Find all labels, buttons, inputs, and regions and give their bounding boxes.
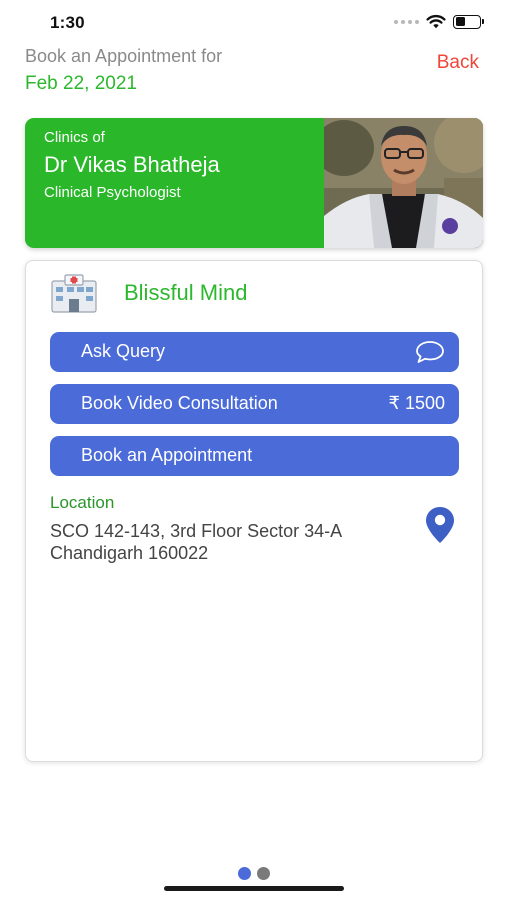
battery-fill [455, 17, 465, 26]
clinic-address: SCO 142-143, 3rd Floor Sector 34-A Chand… [50, 520, 410, 564]
book-appointment-label: Book an Appointment [81, 445, 253, 465]
ask-query-button[interactable]: Ask Query [50, 332, 459, 372]
location-label: Location [50, 493, 115, 512]
header-label: Book an Appointment for [25, 46, 223, 66]
cellular-dots-icon [394, 19, 419, 24]
doctor-photo [324, 118, 483, 248]
ask-query-label: Ask Query [81, 341, 166, 361]
address-line-1: SCO 142-143, 3rd Floor Sector 34-A [50, 521, 343, 541]
video-consultation-label: Book Video Consultation [81, 393, 278, 413]
hospital-icon [51, 274, 97, 313]
map-pin-icon[interactable] [424, 506, 456, 544]
address-line-2: Chandigarh 160022 [50, 543, 209, 563]
doctor-name: Dr Vikas Bhatheja [44, 152, 220, 177]
clinic-name: Blissful Mind [124, 280, 248, 305]
back-button[interactable]: Back [437, 52, 479, 74]
status-time: 1:30 [50, 13, 85, 32]
video-consultation-price: ₹ 1500 [388, 393, 446, 413]
status-bar: 1:30 [0, 0, 507, 46]
page-dot[interactable] [256, 867, 270, 880]
chat-bubble-icon [416, 341, 444, 363]
home-indicator[interactable] [164, 886, 344, 891]
appointment-date: Feb 22, 2021 [25, 73, 137, 94]
status-icons [394, 14, 484, 29]
book-appointment-button[interactable]: Book an Appointment [50, 436, 459, 476]
wifi-icon [426, 14, 446, 29]
clinic-card: Blissful Mind Ask Query Book Video Consu… [25, 260, 483, 762]
page-indicator [0, 867, 507, 880]
clinics-of-label: Clinics of [44, 129, 105, 146]
doctor-title: Clinical Psychologist [44, 184, 181, 201]
book-video-consultation-button[interactable]: Book Video Consultation ₹ 1500 [50, 384, 459, 424]
page-dot-active[interactable] [237, 867, 251, 880]
battery-icon [453, 14, 484, 29]
doctor-card: Clinics of Dr Vikas Bhatheja Clinical Ps… [25, 118, 483, 248]
